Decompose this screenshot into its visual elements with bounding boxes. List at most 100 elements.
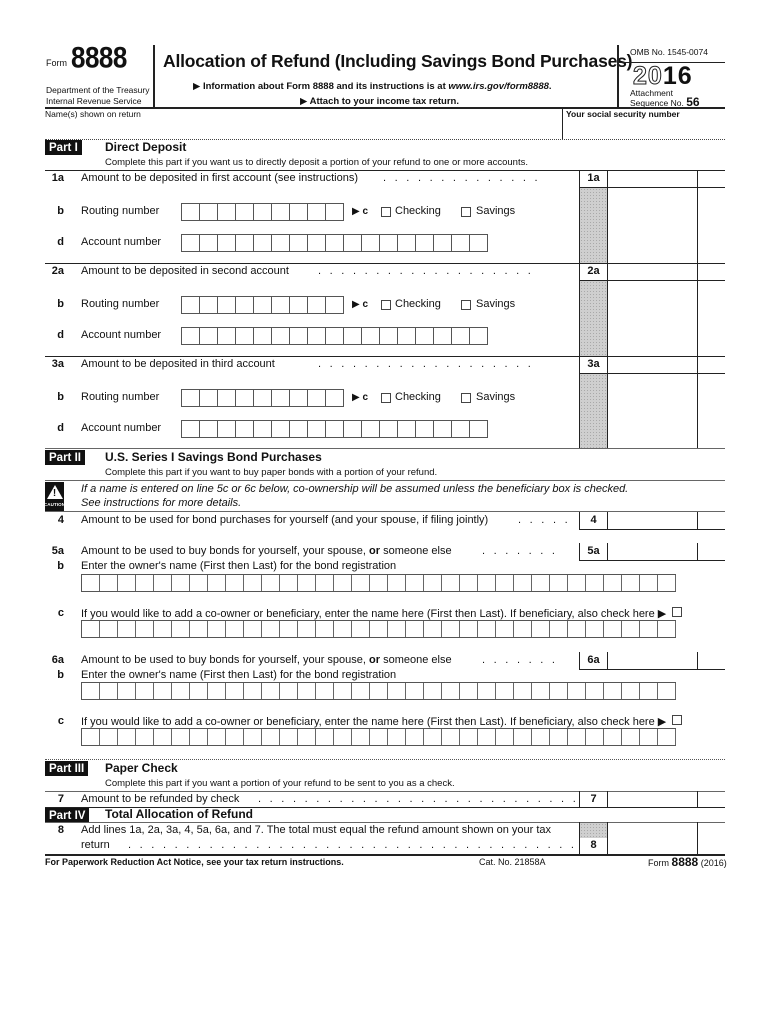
character-box[interactable]	[568, 621, 586, 637]
character-box[interactable]	[236, 204, 254, 220]
character-box[interactable]	[388, 575, 406, 591]
character-box[interactable]	[514, 575, 532, 591]
character-box[interactable]	[326, 235, 344, 251]
character-box[interactable]	[182, 390, 200, 406]
character-box[interactable]	[182, 297, 200, 313]
character-box[interactable]	[658, 621, 676, 637]
character-box[interactable]	[344, 328, 362, 344]
line-5a-cents-field[interactable]	[698, 544, 724, 559]
character-box[interactable]	[514, 621, 532, 637]
character-box[interactable]	[254, 297, 272, 313]
character-box[interactable]	[82, 683, 100, 699]
character-box[interactable]	[100, 575, 118, 591]
character-box[interactable]	[442, 621, 460, 637]
line-3a-amount-field[interactable]	[608, 358, 696, 372]
character-box[interactable]	[200, 297, 218, 313]
character-box[interactable]	[362, 421, 380, 437]
character-box[interactable]	[316, 729, 334, 745]
line-2c-checking-checkbox[interactable]	[381, 300, 391, 310]
character-box[interactable]	[388, 621, 406, 637]
character-box[interactable]	[254, 328, 272, 344]
character-box[interactable]	[200, 390, 218, 406]
character-box[interactable]	[622, 575, 640, 591]
character-box[interactable]	[218, 297, 236, 313]
character-box[interactable]	[298, 683, 316, 699]
line-8-cents-field[interactable]	[698, 824, 724, 852]
character-box[interactable]	[442, 683, 460, 699]
character-box[interactable]	[308, 204, 326, 220]
character-box[interactable]	[118, 729, 136, 745]
character-box[interactable]	[308, 328, 326, 344]
character-box[interactable]	[496, 575, 514, 591]
character-box[interactable]	[172, 683, 190, 699]
character-box[interactable]	[218, 328, 236, 344]
character-box[interactable]	[424, 729, 442, 745]
character-box[interactable]	[550, 729, 568, 745]
character-box[interactable]	[550, 575, 568, 591]
line-1b-routing-number-boxes[interactable]	[181, 203, 344, 221]
character-box[interactable]	[272, 421, 290, 437]
character-box[interactable]	[416, 328, 434, 344]
character-box[interactable]	[290, 235, 308, 251]
character-box[interactable]	[200, 204, 218, 220]
character-box[interactable]	[496, 729, 514, 745]
character-box[interactable]	[254, 235, 272, 251]
character-box[interactable]	[262, 729, 280, 745]
character-box[interactable]	[100, 621, 118, 637]
character-box[interactable]	[290, 421, 308, 437]
character-box[interactable]	[244, 575, 262, 591]
character-box[interactable]	[308, 421, 326, 437]
character-box[interactable]	[298, 575, 316, 591]
character-box[interactable]	[406, 621, 424, 637]
line-1c-savings-checkbox[interactable]	[461, 207, 471, 217]
line-8-amount-field[interactable]	[608, 824, 696, 852]
character-box[interactable]	[532, 621, 550, 637]
line-3d-account-number-boxes[interactable]	[181, 420, 488, 438]
line-7-amount-field[interactable]	[608, 792, 696, 806]
line-4-amount-field[interactable]	[608, 513, 696, 528]
character-box[interactable]	[290, 328, 308, 344]
character-box[interactable]	[136, 683, 154, 699]
character-box[interactable]	[352, 575, 370, 591]
character-box[interactable]	[298, 729, 316, 745]
character-box[interactable]	[568, 575, 586, 591]
character-box[interactable]	[568, 729, 586, 745]
character-box[interactable]	[370, 575, 388, 591]
character-box[interactable]	[478, 575, 496, 591]
line-1c-checking-checkbox[interactable]	[381, 207, 391, 217]
character-box[interactable]	[406, 683, 424, 699]
character-box[interactable]	[280, 621, 298, 637]
character-box[interactable]	[370, 683, 388, 699]
character-box[interactable]	[172, 575, 190, 591]
character-box[interactable]	[496, 683, 514, 699]
character-box[interactable]	[272, 328, 290, 344]
character-box[interactable]	[236, 297, 254, 313]
character-box[interactable]	[550, 683, 568, 699]
character-box[interactable]	[316, 621, 334, 637]
name-field[interactable]	[45, 118, 560, 138]
character-box[interactable]	[290, 204, 308, 220]
line-3c-checking-checkbox[interactable]	[381, 393, 391, 403]
character-box[interactable]	[218, 235, 236, 251]
character-box[interactable]	[280, 575, 298, 591]
character-box[interactable]	[262, 683, 280, 699]
character-box[interactable]	[254, 204, 272, 220]
character-box[interactable]	[640, 621, 658, 637]
character-box[interactable]	[496, 621, 514, 637]
character-box[interactable]	[334, 683, 352, 699]
character-box[interactable]	[308, 297, 326, 313]
line-3c-savings-checkbox[interactable]	[461, 393, 471, 403]
line-6c-beneficiary-checkbox[interactable]	[672, 715, 682, 725]
character-box[interactable]	[532, 729, 550, 745]
character-box[interactable]	[452, 421, 470, 437]
line-3b-routing-number-boxes[interactable]	[181, 389, 344, 407]
character-box[interactable]	[470, 328, 488, 344]
line-7-cents-field[interactable]	[698, 792, 724, 806]
character-box[interactable]	[154, 729, 172, 745]
character-box[interactable]	[326, 390, 344, 406]
character-box[interactable]	[470, 235, 488, 251]
line-1d-account-number-boxes[interactable]	[181, 234, 488, 252]
character-box[interactable]	[316, 575, 334, 591]
line-6a-amount-field[interactable]	[608, 653, 696, 668]
line-1a-amount-field[interactable]	[608, 172, 696, 186]
